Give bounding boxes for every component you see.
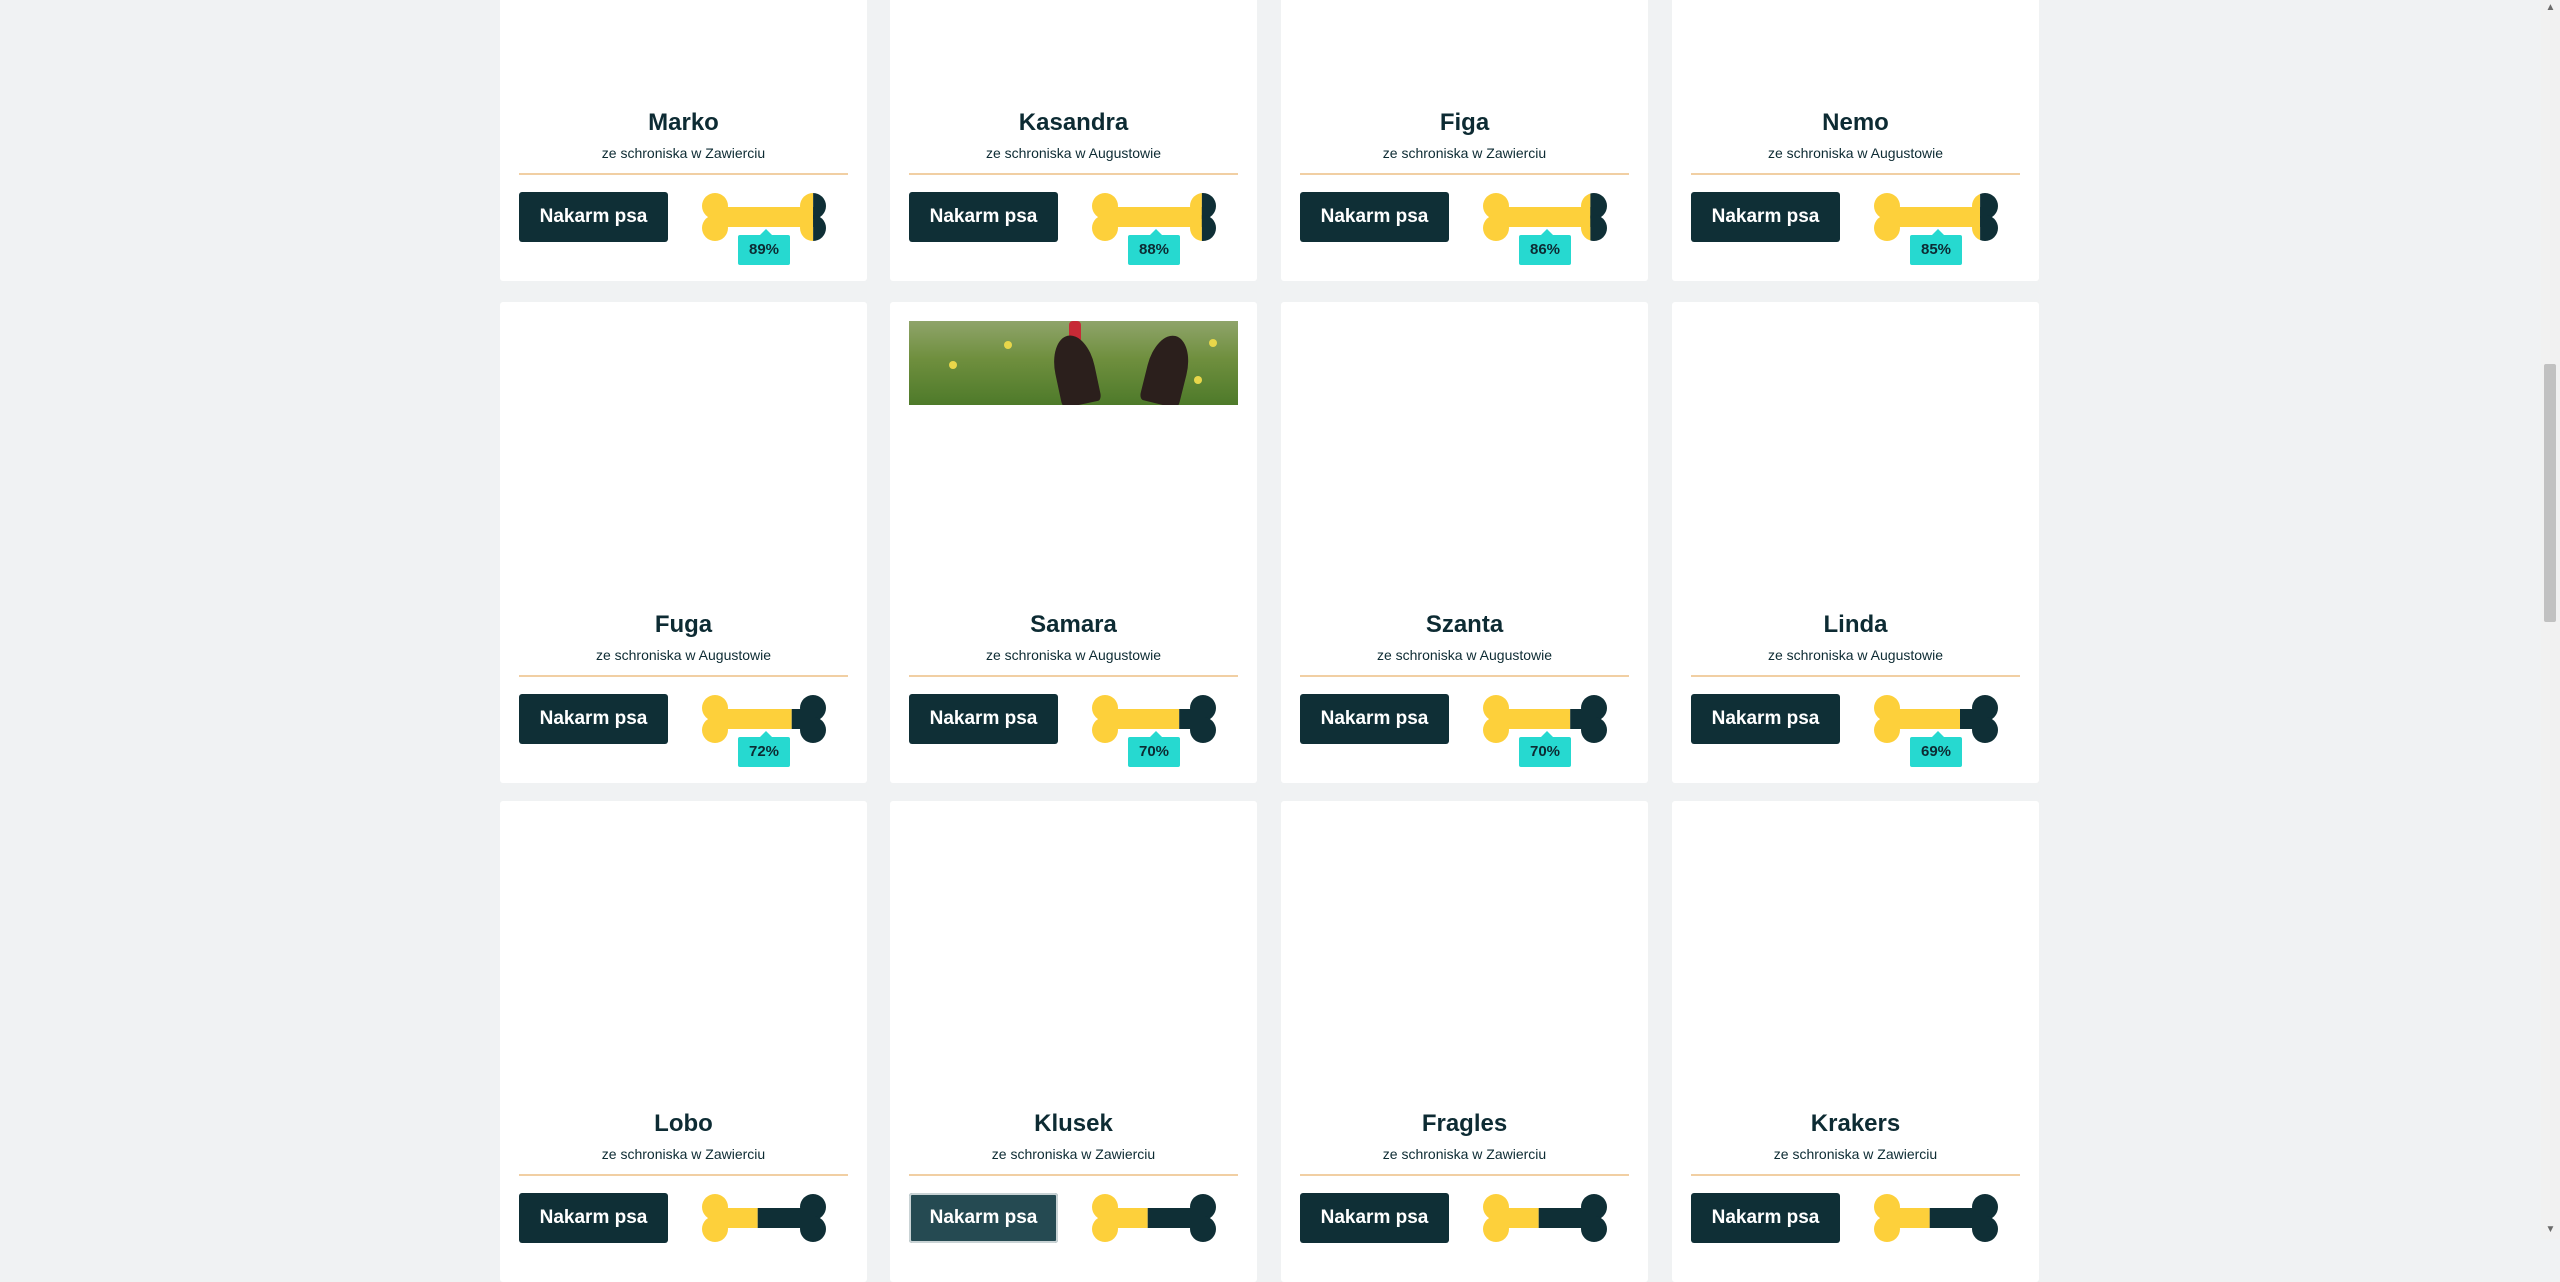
dog-name[interactable]: Szanta — [1281, 611, 1648, 639]
feed-dog-button[interactable]: Nakarm psa — [1691, 192, 1840, 242]
shelter-location: ze schroniska w Augustowie — [985, 647, 1162, 663]
divider — [519, 675, 848, 677]
feed-level-bone-icon — [1874, 1194, 1998, 1242]
feed-dog-button[interactable]: Nakarm psa — [519, 694, 668, 744]
feed-percent-badge: 72% — [738, 731, 790, 767]
feed-dog-button[interactable]: Nakarm psa — [909, 694, 1058, 744]
dog-card-grid: Marko ze schroniska w Zawierciu Nakarm psa… — [0, 0, 2560, 1282]
shelter-location: ze schroniska w Zawierciu — [1773, 1146, 1938, 1162]
feed-dog-button[interactable]: Nakarm psa — [1691, 694, 1840, 744]
dog-card[interactable]: Kasandra ze schroniska w Augustowie Nakarm… — [890, 0, 1257, 281]
feed-dog-button[interactable]: Nakarm psa — [1300, 694, 1449, 744]
feed-dog-button[interactable]: Nakarm psa — [909, 192, 1058, 242]
divider — [909, 1174, 1238, 1176]
dog-card[interactable]: Linda ze schroniska w Augustowie Nakarm ps… — [1672, 302, 2039, 783]
scrollbar-thumb[interactable] — [2544, 364, 2556, 622]
dog-card[interactable]: Klusek ze schroniska w Zawierciu Nakarm ps… — [890, 801, 1257, 1282]
divider — [1691, 675, 2020, 677]
shelter-location: ze schroniska w Zawierciu — [601, 145, 766, 161]
dog-photo[interactable] — [909, 321, 1238, 405]
feed-dog-button[interactable]: Nakarm psa — [909, 1193, 1058, 1243]
divider — [1691, 1174, 2020, 1176]
dog-name[interactable]: Krakers — [1672, 1110, 2039, 1138]
dog-card[interactable]: Nemo ze schroniska w Augustowie Nakarm psa… — [1672, 0, 2039, 281]
shelter-location: ze schroniska w Augustowie — [595, 647, 772, 663]
dog-name[interactable]: Lobo — [500, 1110, 867, 1138]
shelter-location: ze schroniska w Zawierciu — [991, 1146, 1156, 1162]
feed-percent-badge: 70% — [1519, 731, 1571, 767]
dog-card[interactable]: Krakers ze schroniska w Zawierciu Nakarm p… — [1672, 801, 2039, 1282]
dog-card[interactable]: Fuga ze schroniska w Augustowie Nakarm psa… — [500, 302, 867, 783]
dog-card[interactable]: Fragles ze schroniska w Zawierciu Nakarm p… — [1281, 801, 1648, 1282]
divider — [519, 1174, 848, 1176]
shelter-location: ze schroniska w Augustowie — [1767, 647, 1944, 663]
dog-card[interactable]: Szanta ze schroniska w Augustowie Nakarm p… — [1281, 302, 1648, 783]
divider — [1300, 675, 1629, 677]
dog-name[interactable]: Figa — [1281, 109, 1648, 137]
dog-name[interactable]: Kasandra — [890, 109, 1257, 137]
scroll-up-arrow-icon[interactable]: ▲ — [2543, 2, 2558, 14]
dog-card[interactable]: Marko ze schroniska w Zawierciu Nakarm psa… — [500, 0, 867, 281]
feed-dog-button[interactable]: Nakarm psa — [1300, 192, 1449, 242]
feed-percent-badge: 85% — [1910, 229, 1962, 265]
shelter-location: ze schroniska w Zawierciu — [601, 1146, 766, 1162]
shelter-location: ze schroniska w Augustowie — [985, 145, 1162, 161]
dog-name[interactable]: Linda — [1672, 611, 2039, 639]
shelter-location: ze schroniska w Augustowie — [1767, 145, 1944, 161]
dog-name[interactable]: Samara — [890, 611, 1257, 639]
divider — [909, 173, 1238, 175]
feed-dog-button[interactable]: Nakarm psa — [1691, 1193, 1840, 1243]
dog-name[interactable]: Marko — [500, 109, 867, 137]
shelter-location: ze schroniska w Augustowie — [1376, 647, 1553, 663]
shelter-location: ze schroniska w Zawierciu — [1382, 145, 1547, 161]
feed-dog-button[interactable]: Nakarm psa — [519, 192, 668, 242]
dog-card[interactable]: Figa ze schroniska w Zawierciu Nakarm psa 8… — [1281, 0, 1648, 281]
feed-level-bone-icon — [702, 1194, 826, 1242]
feed-percent-badge: 69% — [1910, 731, 1962, 767]
divider — [1691, 173, 2020, 175]
divider — [1300, 173, 1629, 175]
feed-percent-badge: 86% — [1519, 229, 1571, 265]
divider — [1300, 1174, 1629, 1176]
feed-percent-badge: 89% — [738, 229, 790, 265]
dog-name[interactable]: Nemo — [1672, 109, 2039, 137]
feed-level-bone-icon — [1092, 1194, 1216, 1242]
feed-dog-button[interactable]: Nakarm psa — [519, 1193, 668, 1243]
divider — [909, 675, 1238, 677]
feed-level-bone-icon — [1483, 1194, 1607, 1242]
scroll-down-arrow-icon[interactable]: ▼ — [2543, 1224, 2558, 1236]
dog-name[interactable]: Fragles — [1281, 1110, 1648, 1138]
feed-percent-badge: 88% — [1128, 229, 1180, 265]
feed-percent-badge: 70% — [1128, 731, 1180, 767]
divider — [519, 173, 848, 175]
dog-name[interactable]: Klusek — [890, 1110, 1257, 1138]
dog-name[interactable]: Fuga — [500, 611, 867, 639]
dog-card[interactable]: Samara ze schroniska w Augustowie Nakarm p… — [890, 302, 1257, 783]
feed-dog-button[interactable]: Nakarm psa — [1300, 1193, 1449, 1243]
dog-card[interactable]: Lobo ze schroniska w Zawierciu Nakarm psa — [500, 801, 867, 1282]
shelter-location: ze schroniska w Zawierciu — [1382, 1146, 1547, 1162]
